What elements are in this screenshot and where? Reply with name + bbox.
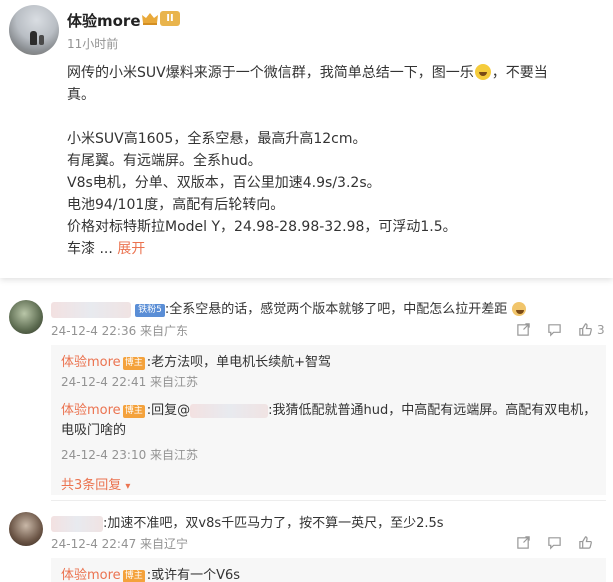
reply-item: 体验more 博主:或许有一个V6s (61, 568, 241, 582)
reply-meta: 24-12-4 23:10 来自江苏 (61, 448, 199, 462)
divider (51, 500, 606, 501)
reply-list: 体验more 博主:或许有一个V6s (51, 558, 606, 582)
blurred-username (51, 515, 103, 532)
fan-badge: 铁粉5 (135, 304, 165, 317)
comment-actions (516, 535, 593, 550)
blogger-tag: 博主 (122, 570, 145, 582)
author-avatar[interactable] (9, 5, 59, 55)
chevron-down-icon: ▾ (125, 481, 131, 492)
crown-icon (142, 13, 158, 25)
expand-link[interactable]: 展开 (117, 241, 145, 257)
reply-author[interactable]: 体验more (61, 568, 121, 582)
reply-author[interactable]: 体验more (61, 355, 121, 370)
commenter-avatar[interactable] (9, 300, 43, 334)
reply-item: 体验more 博主:回复@:我猜低配就普通hud，中高配有远端屏。高配有双电机， … (61, 403, 597, 438)
comment-text-line: 铁粉5:全系空悬的话，感觉两个版本就够了吧，中配怎么拉开差距 (51, 298, 527, 318)
cat-emoji-icon (512, 302, 527, 316)
comment-actions: 3 (516, 322, 605, 337)
reply-author[interactable]: 体验more (61, 403, 121, 418)
weibo-post: 体验more II 11小时前 网传的小米SUV爆料来源于一个微信群，我简单总结… (0, 0, 613, 278)
blurred-mention (190, 403, 269, 418)
comment-icon[interactable] (547, 535, 562, 550)
commenter-avatar[interactable] (9, 512, 43, 546)
post-body: 网传的小米SUV爆料来源于一个微信群，我简单总结一下，图一乐 ，不要当 真。 小米… (67, 64, 548, 257)
like-count: 3 (597, 322, 605, 337)
laugh-emoji-icon (474, 64, 491, 80)
comment-icon[interactable] (547, 322, 562, 337)
blurred-username (51, 301, 131, 318)
thumbs-up-icon (579, 323, 592, 336)
reply-item: 体验more 博主:老方法呗，单电机长续航+智驾 (61, 355, 331, 370)
comment-meta: 24-12-4 22:47 来自辽宁 (51, 537, 189, 551)
author-name[interactable]: 体验more (67, 10, 141, 31)
blogger-tag: 博主 (122, 357, 145, 370)
reply-list: 体验more 博主:老方法呗，单电机长续航+智驾 24-12-4 22:41 来自… (51, 345, 606, 495)
comment-text-line: :加速不准吧，双v8s千匹马力了，按不算一英尺，至少2.5s (51, 512, 444, 532)
post-time[interactable]: 11小时前 (67, 35, 118, 52)
comment-meta: 24-12-4 22:36 来自广东 (51, 324, 189, 338)
share-icon[interactable] (516, 322, 531, 337)
thumbs-up-icon[interactable] (578, 535, 593, 550)
level-badge: II (160, 11, 180, 26)
blogger-tag: 博主 (122, 405, 145, 418)
like-button[interactable]: 3 (578, 322, 605, 337)
share-icon[interactable] (516, 535, 531, 550)
reply-meta: 24-12-4 22:41 来自江苏 (61, 375, 199, 389)
more-replies-link[interactable]: 共3条回复 ▾ (61, 474, 130, 493)
